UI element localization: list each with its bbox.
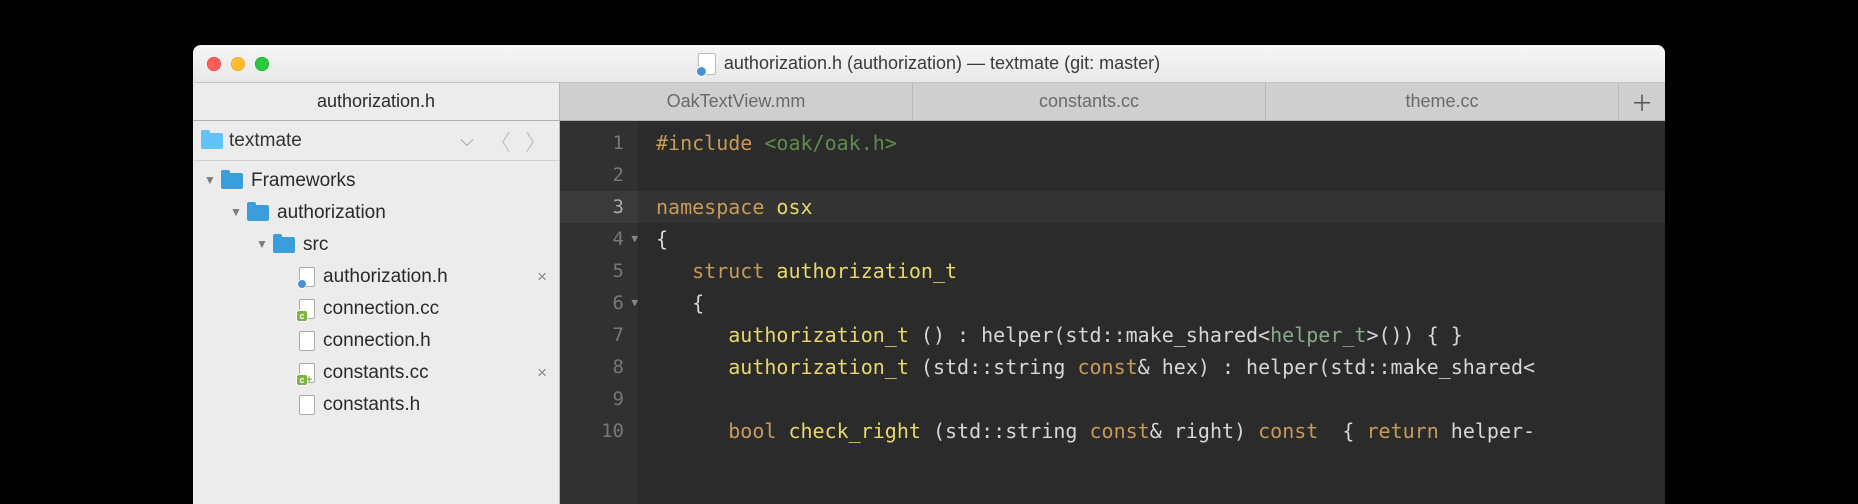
window-body: textmate ⌵ 〈 〉 ▼ Frameworks ▼ authorization… [193,121,1665,504]
tree-item-label: src [303,234,547,256]
file-tree[interactable]: ▼ Frameworks ▼ authorization ▼ src authorizati… [193,161,559,504]
tree-item[interactable]: authorization.h× [193,261,559,293]
new-tab-button[interactable]: ＋ [1619,83,1665,120]
close-window-button[interactable] [207,57,221,71]
fold-indicator-icon[interactable]: ▼ [631,287,638,319]
tab-label: authorization.h [317,91,435,112]
close-file-icon[interactable]: × [537,267,547,287]
line-number[interactable]: 5 [560,255,638,287]
file-browser-header: textmate ⌵ 〈 〉 [193,121,559,161]
window-title: authorization.h (authorization) — textma… [698,53,1160,75]
window-title-text: authorization.h (authorization) — textma… [724,53,1160,74]
header-file-icon [698,53,716,75]
tree-item[interactable]: connection.h [193,325,559,357]
file-icon [299,395,315,415]
tree-item-label: authorization [277,202,547,224]
code-line[interactable]: bool check_right (std::string const& rig… [656,415,1665,447]
tab-theme-cc[interactable]: theme.cc [1266,83,1619,120]
tree-item[interactable]: ▼ authorization [193,197,559,229]
code-line[interactable]: #include <oak/oak.h> [656,127,1665,159]
file-icon [299,331,315,351]
titlebar: authorization.h (authorization) — textma… [193,45,1665,83]
file-icon [299,363,315,383]
tree-item[interactable]: connection.cc [193,293,559,325]
tab-label: constants.cc [1039,91,1139,112]
plus-icon: ＋ [1631,86,1653,118]
folder-icon [221,173,243,189]
tree-item-label: authorization.h [323,266,537,288]
tab-oaktextview[interactable]: OakTextView.mm [560,83,913,120]
close-file-icon[interactable]: × [537,363,547,383]
code-line[interactable] [656,159,1665,191]
code-line[interactable]: { [656,287,1665,319]
line-number[interactable]: 9 [560,383,638,415]
code-line[interactable]: authorization_t () : helper(std::make_sh… [656,319,1665,351]
tree-item-label: constants.cc [323,362,537,384]
code-line[interactable]: authorization_t (std::string const& hex)… [656,351,1665,383]
project-root-label[interactable]: textmate [229,130,449,152]
file-browser: textmate ⌵ 〈 〉 ▼ Frameworks ▼ authorization… [193,121,560,504]
code-area[interactable]: #include <oak/oak.h>namespace osx{ struc… [638,121,1665,504]
line-number-gutter[interactable]: 1234▼56▼78910 [560,121,638,504]
line-number[interactable]: 6▼ [560,287,638,319]
line-number[interactable]: 10 [560,415,638,447]
line-number[interactable]: 7 [560,319,638,351]
minimize-window-button[interactable] [231,57,245,71]
tree-item[interactable]: constants.h [193,389,559,421]
line-number[interactable]: 4▼ [560,223,638,255]
tree-item-label: Frameworks [251,170,547,192]
code-line[interactable]: namespace osx [638,191,1665,223]
file-icon [299,267,315,287]
nav-back-button[interactable]: 〈 [485,125,515,157]
tab-authorization-h[interactable]: authorization.h [193,83,560,120]
project-dropdown-button[interactable]: ⌵ [455,130,479,151]
tree-item-label: constants.h [323,394,547,416]
code-line[interactable]: struct authorization_t [656,255,1665,287]
nav-forward-button[interactable]: 〉 [521,125,551,157]
folder-icon [247,205,269,221]
traffic-lights [207,57,269,71]
tab-bar: authorization.h OakTextView.mm constants… [193,83,1665,121]
tree-item[interactable]: ▼ src [193,229,559,261]
tree-item-label: connection.h [323,330,547,352]
tree-item[interactable]: constants.cc× [193,357,559,389]
zoom-window-button[interactable] [255,57,269,71]
code-editor[interactable]: 1234▼56▼78910 #include <oak/oak.h> namesp… [560,121,1665,504]
tab-label: theme.cc [1405,91,1478,112]
tree-item[interactable]: ▼ Frameworks [193,165,559,197]
tab-constants-cc[interactable]: constants.cc [913,83,1266,120]
folder-icon [273,237,295,253]
line-number[interactable]: 2 [560,159,638,191]
code-line[interactable] [656,383,1665,415]
tree-item-label: connection.cc [323,298,547,320]
tab-label: OakTextView.mm [667,91,806,112]
folder-icon [201,133,223,149]
disclosure-triangle-icon[interactable]: ▼ [203,173,217,187]
code-line[interactable]: { [656,223,1665,255]
app-window: authorization.h (authorization) — textma… [193,45,1665,504]
file-icon [299,299,315,319]
disclosure-triangle-icon[interactable]: ▼ [255,237,269,251]
line-number[interactable]: 1 [560,127,638,159]
line-number[interactable]: 3 [560,191,638,223]
disclosure-triangle-icon[interactable]: ▼ [229,205,243,219]
fold-indicator-icon[interactable]: ▼ [631,223,638,255]
line-number[interactable]: 8 [560,351,638,383]
